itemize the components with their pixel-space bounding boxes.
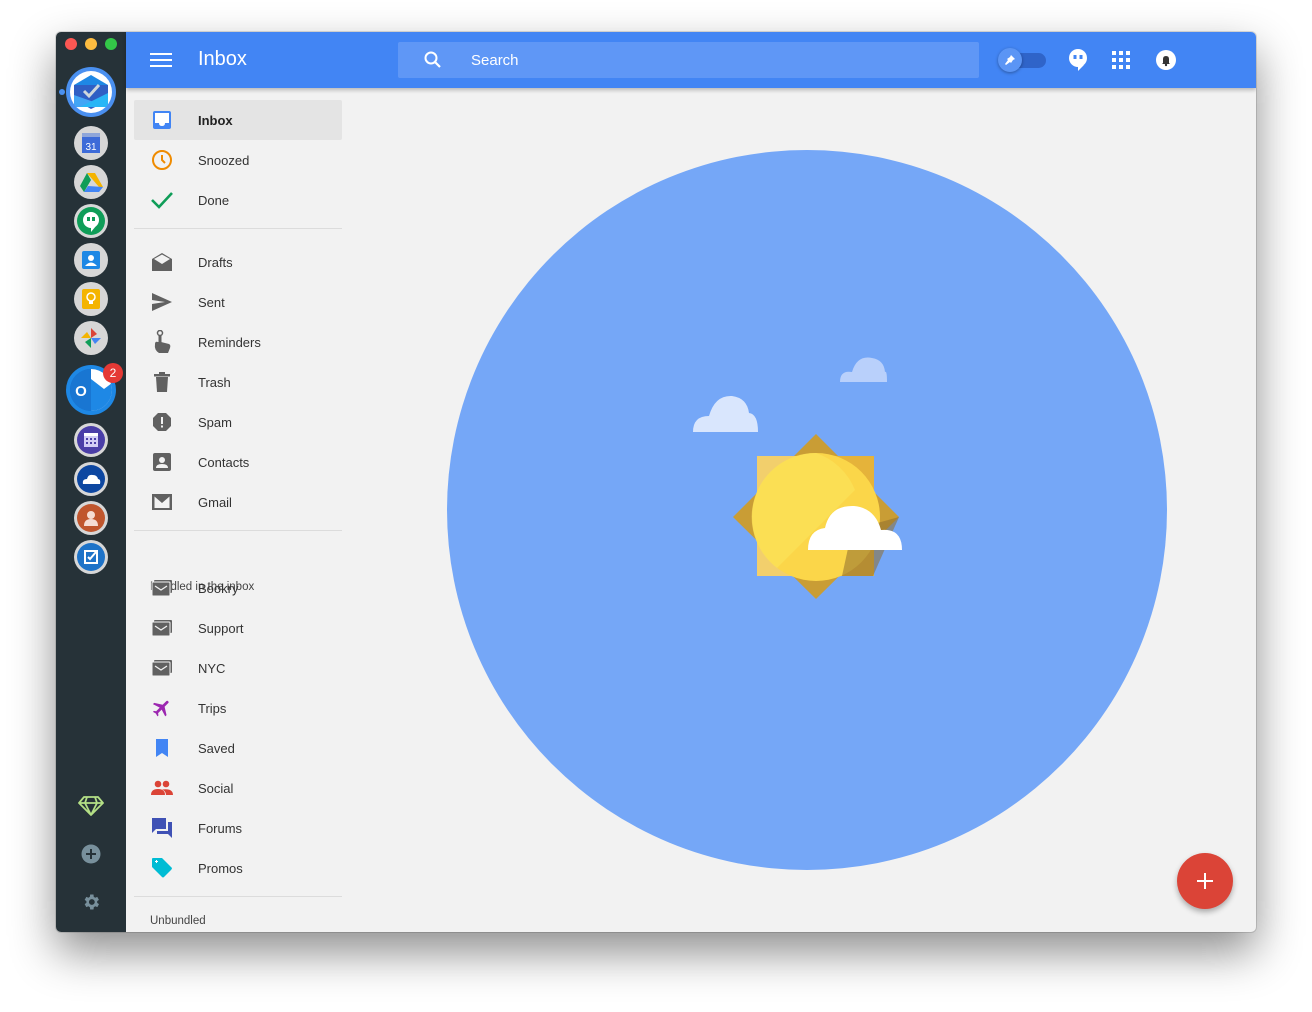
app-dock: 31 O 2: [56, 32, 126, 932]
inbox-icon: [150, 108, 174, 132]
nav-item-promos[interactable]: Promos: [134, 848, 342, 888]
label-stack-icon: [150, 616, 174, 640]
drive-app-icon: [77, 168, 105, 196]
people-icon: [150, 776, 174, 800]
dock-app-onedrive[interactable]: [74, 462, 108, 496]
nav-divider: [134, 896, 342, 897]
premium-diamond-icon[interactable]: [78, 793, 104, 819]
nav-item-support[interactable]: Support: [134, 608, 342, 648]
label-stack-icon: [150, 576, 174, 600]
photos-app-icon: [77, 324, 105, 352]
dock-app-tasks[interactable]: [74, 540, 108, 574]
nav-item-done[interactable]: Done: [134, 180, 342, 220]
close-window-button[interactable]: [65, 38, 77, 50]
bookmark-icon: [150, 736, 174, 760]
nav-item-social[interactable]: Social: [134, 768, 342, 808]
plus-icon: [1197, 873, 1213, 889]
dock-app-drive[interactable]: [74, 165, 108, 199]
drafts-icon: [150, 250, 174, 274]
notifications-bell-icon[interactable]: [1154, 48, 1178, 72]
dock-app-inbox[interactable]: [66, 67, 116, 117]
nav-item-spam[interactable]: Spam: [134, 402, 342, 442]
hangouts-app-icon: [77, 207, 105, 235]
apps-grid-icon[interactable]: [1109, 48, 1133, 72]
calendar-app-icon: 31: [77, 129, 105, 157]
check-icon: [150, 188, 174, 212]
send-icon: [150, 290, 174, 314]
settings-gear-icon[interactable]: [78, 889, 104, 915]
dock-app-people[interactable]: [74, 501, 108, 535]
contacts-app-icon: [77, 246, 105, 274]
compose-fab-button[interactable]: [1177, 853, 1233, 909]
dock-app-outlook-calendar[interactable]: [74, 423, 108, 457]
nav-item-trips[interactable]: Trips: [134, 688, 342, 728]
search-input[interactable]: Search: [398, 42, 979, 78]
dock-app-hangouts[interactable]: [74, 204, 108, 238]
nav-item-sent[interactable]: Sent: [134, 282, 342, 322]
search-icon: [423, 50, 443, 75]
reminder-finger-icon: [150, 330, 174, 354]
clock-icon: [150, 148, 174, 172]
app-window: 31 O 2 Inbox Search Inbox Snoozed Done D…: [56, 32, 1256, 932]
svg-text:31: 31: [85, 142, 97, 153]
contacts-icon: [150, 450, 174, 474]
dock-app-keep[interactable]: [74, 282, 108, 316]
small-cloud-icon: [840, 357, 887, 382]
hangouts-icon[interactable]: [1066, 48, 1090, 72]
maximize-window-button[interactable]: [105, 38, 117, 50]
window-controls: [65, 38, 117, 50]
airplane-icon: [150, 696, 174, 720]
label-stack-icon: [150, 656, 174, 680]
nav-item-drafts[interactable]: Drafts: [134, 242, 342, 282]
nav-divider: [134, 530, 342, 531]
tag-icon: [150, 856, 174, 880]
inbox-zero-empty-state: [342, 88, 1256, 932]
active-indicator: [59, 89, 65, 95]
svg-text:O: O: [75, 383, 87, 400]
nav-item-contacts[interactable]: Contacts: [134, 442, 342, 482]
dock-app-photos[interactable]: [74, 321, 108, 355]
nav-divider: [134, 228, 342, 229]
nav-item-gmail[interactable]: Gmail: [134, 482, 342, 522]
nav-item-inbox[interactable]: Inbox: [134, 100, 342, 140]
spam-icon: [150, 410, 174, 434]
keep-app-icon: [77, 285, 105, 313]
nav-item-reminders[interactable]: Reminders: [134, 322, 342, 362]
inbox-app-icon: [70, 71, 112, 113]
dock-app-calendar[interactable]: 31: [74, 126, 108, 160]
unbundled-section-header: Unbundled: [150, 915, 206, 927]
dock-app-contacts[interactable]: [74, 243, 108, 277]
nav-item-saved[interactable]: Saved: [134, 728, 342, 768]
nav-item-nyc[interactable]: NYC: [134, 648, 342, 688]
search-placeholder: Search: [471, 52, 519, 69]
forum-icon: [150, 816, 174, 840]
outlook-calendar-app-icon: [77, 426, 105, 454]
nav-item-snoozed[interactable]: Snoozed: [134, 140, 342, 180]
page-title: Inbox: [198, 48, 247, 70]
onedrive-app-icon: [77, 465, 105, 493]
gmail-icon: [150, 490, 174, 514]
pin-toggle[interactable]: [998, 48, 1046, 72]
menu-hamburger-icon[interactable]: [150, 50, 172, 70]
people-app-icon: [77, 504, 105, 532]
minimize-window-button[interactable]: [85, 38, 97, 50]
outlook-unread-badge: 2: [103, 363, 123, 383]
nav-item-bookry[interactable]: Bookry: [134, 568, 342, 608]
pin-icon: [998, 48, 1022, 72]
medium-cloud-icon: [693, 395, 758, 432]
trash-icon: [150, 370, 174, 394]
top-app-bar: Inbox Search: [126, 32, 1256, 88]
sky-circle: [447, 150, 1167, 870]
nav-item-forums[interactable]: Forums: [134, 808, 342, 848]
tasks-app-icon: [77, 543, 105, 571]
add-service-icon[interactable]: [78, 841, 104, 867]
navigation-drawer: Inbox Snoozed Done Drafts Sent Reminders…: [134, 88, 342, 932]
nav-item-trash[interactable]: Trash: [134, 362, 342, 402]
